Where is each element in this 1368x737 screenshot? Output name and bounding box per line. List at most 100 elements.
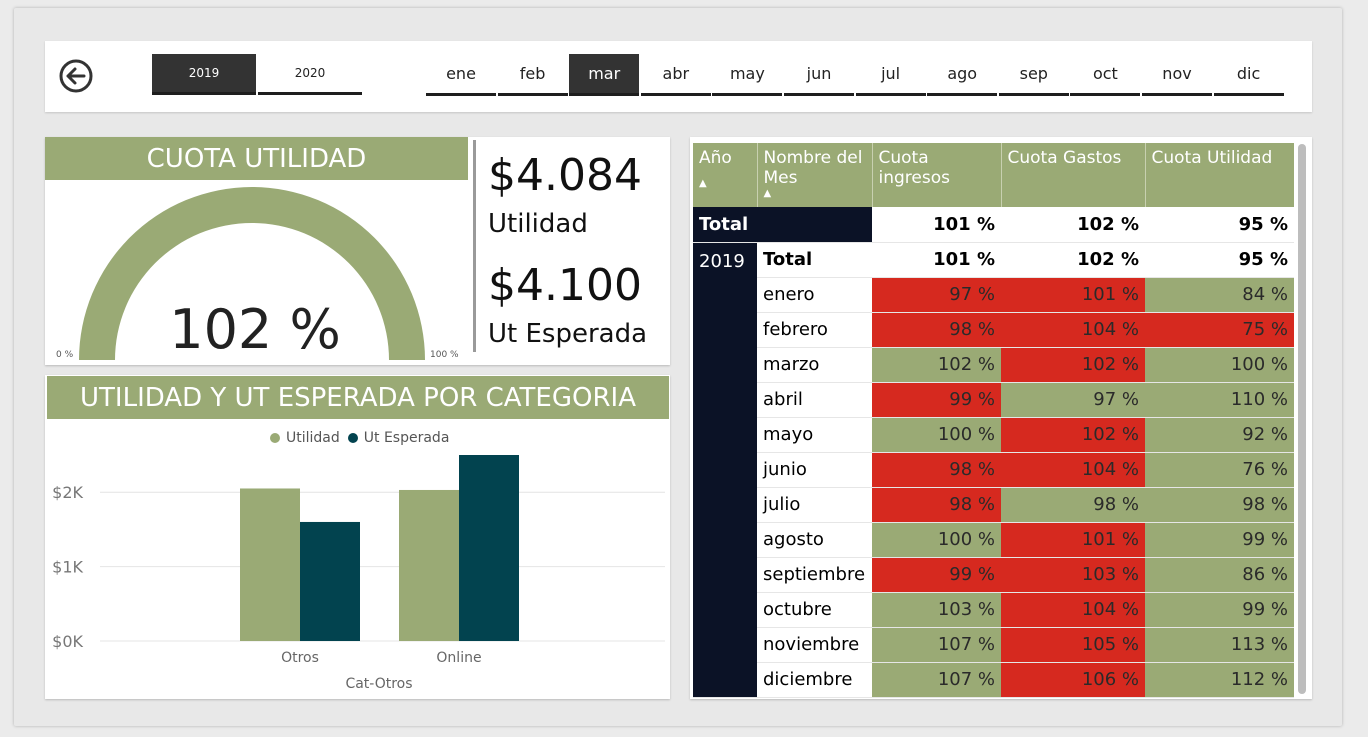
header-year[interactable]: Año ▲ (693, 143, 758, 207)
sort-up-icon[interactable]: ▲ (699, 178, 751, 189)
gauge-min-label: 0 % (56, 350, 74, 360)
month-option-mar[interactable]: mar (569, 54, 640, 96)
month-option-ago[interactable]: ago (927, 54, 998, 96)
cuota-utilidad-cell: 99 % (1145, 522, 1294, 558)
cuota-ingresos-cell: 100 % (872, 417, 1001, 453)
cuota-utilidad-cell: 99 % (1145, 592, 1294, 628)
header-cuota-ingresos[interactable]: Cuota ingresos (872, 143, 1002, 207)
table-row: enero 97 % 101 % 84 % (693, 277, 1294, 313)
year-option-2020[interactable]: 2020 (258, 54, 362, 95)
gauge-value: 102 % (169, 298, 341, 361)
year-option-2019[interactable]: 2019 (152, 54, 256, 95)
gauge-max-label: 100 % (430, 350, 459, 360)
month-name-cell: mayo (757, 417, 872, 453)
cuota-gastos-cell: 98 % (1001, 487, 1145, 523)
cuota-utilidad-cell: 98 % (1145, 487, 1294, 523)
cuota-utilidad-cell: 75 % (1145, 312, 1294, 348)
month-option-oct[interactable]: oct (1070, 54, 1141, 96)
year-total-utilidad: 95 % (1145, 242, 1294, 278)
bar-chart-title: UTILIDAD Y UT ESPERADA POR CATEGORIA (47, 376, 669, 419)
cuota-ingresos-cell: 98 % (872, 452, 1001, 488)
esperada-label: Ut Esperada (488, 319, 648, 349)
cuota-utilidad-cell: 76 % (1145, 452, 1294, 488)
y-tick-label: $0K (52, 632, 83, 651)
matrix-scrollbar[interactable] (1298, 144, 1306, 694)
cuota-utilidad-cell: 86 % (1145, 557, 1294, 593)
bar-ut-esperada-online[interactable] (459, 455, 519, 641)
bar-ut-esperada-otros[interactable] (300, 521, 360, 641)
month-option-jun[interactable]: jun (784, 54, 854, 96)
bar-chart: $0K $1K $2K Otros Online Cat-Otros (52, 455, 665, 692)
table-row: abril 99 % 97 % 110 % (693, 382, 1294, 418)
table-row: julio 98 % 98 % 98 % (693, 487, 1294, 523)
month-name-cell: septiembre (757, 557, 872, 593)
month-option-nov[interactable]: nov (1142, 54, 1212, 96)
cuota-gastos-cell: 104 % (1001, 452, 1145, 488)
month-name-cell: diciembre (757, 662, 872, 698)
x-tick-label: Online (436, 650, 481, 666)
cuota-ingresos-cell: 99 % (872, 557, 1001, 593)
table-row: mayo 100 % 102 % 92 % (693, 417, 1294, 453)
utilidad-label: Utilidad (488, 209, 588, 239)
month-option-abr[interactable]: abr (640, 54, 711, 96)
legend-esperada-label: Ut Esperada (363, 430, 450, 446)
cuota-ingresos-cell: 100 % (872, 522, 1001, 558)
legend-utilidad-label: Utilidad (286, 430, 340, 446)
month-name-cell: agosto (757, 522, 872, 558)
month-option-sep[interactable]: sep (998, 54, 1069, 96)
cuota-ingresos-cell: 103 % (872, 592, 1001, 628)
month-option-dic[interactable]: dic (1213, 54, 1284, 96)
grand-total-row: Total 101 % 102 % 95 % (693, 207, 1294, 243)
cuota-gastos-cell: 102 % (1001, 347, 1145, 383)
cuota-gastos-cell: 101 % (1001, 277, 1145, 313)
table-row: febrero 98 % 104 % 75 % (693, 312, 1294, 348)
cuota-gastos-cell: 105 % (1001, 627, 1145, 663)
year-total-label: Total (757, 242, 872, 278)
cuota-gastos-cell: 103 % (1001, 557, 1145, 593)
cuota-utilidad-cell: 100 % (1145, 347, 1294, 383)
table-row: octubre 103 % 104 % 99 % (693, 592, 1294, 628)
cuota-gastos-cell: 106 % (1001, 662, 1145, 698)
cuota-gastos-cell: 104 % (1001, 592, 1145, 628)
grand-total-utilidad: 95 % (1145, 207, 1294, 243)
cuota-ingresos-cell: 97 % (872, 277, 1001, 313)
month-name-cell: junio (757, 452, 872, 488)
year-total-row: 2019 Total 101 % 102 % 95 % (693, 242, 1294, 698)
year-cell[interactable]: 2019 (693, 242, 757, 698)
table-row: noviembre 107 % 105 % 113 % (693, 627, 1294, 663)
month-name-cell: marzo (757, 347, 872, 383)
grand-total-gastos: 102 % (1001, 207, 1145, 243)
sort-up-icon[interactable]: ▲ (764, 188, 866, 199)
month-option-jul[interactable]: jul (855, 54, 926, 96)
month-option-ene[interactable]: ene (426, 54, 496, 96)
quota-matrix: Año ▲ Nombre del Mes ▲ Cuota ingresos Cuot… (693, 143, 1294, 698)
year-total-ingresos: 101 % (872, 242, 1001, 278)
month-name-cell: julio (757, 487, 872, 523)
cuota-ingresos-cell: 107 % (872, 662, 1001, 698)
table-row: marzo 102 % 102 % 100 % (693, 347, 1294, 383)
header-cuota-gastos[interactable]: Cuota Gastos (1001, 143, 1146, 207)
table-row: junio 98 % 104 % 76 % (693, 452, 1294, 488)
cuota-ingresos-cell: 102 % (872, 347, 1001, 383)
bar-utilidad-online[interactable] (399, 489, 459, 641)
utilidad-value: $4.084 (488, 150, 642, 201)
cuota-ingresos-cell: 99 % (872, 382, 1001, 418)
header-month[interactable]: Nombre del Mes ▲ (757, 143, 873, 207)
cuota-ingresos-cell: 98 % (872, 312, 1001, 348)
header-cuota-utilidad[interactable]: Cuota Utilidad (1145, 143, 1294, 207)
back-arrow-icon[interactable] (59, 59, 93, 93)
x-axis-label: Cat-Otros (345, 676, 412, 692)
month-option-may[interactable]: may (712, 54, 783, 96)
table-row: septiembre 99 % 103 % 86 % (693, 557, 1294, 593)
y-tick-label: $1K (52, 558, 83, 577)
cuota-gastos-cell: 104 % (1001, 312, 1145, 348)
x-tick-label: Otros (281, 650, 319, 666)
legend-utilidad-marker (270, 433, 280, 443)
kpi-divider (473, 140, 476, 352)
esperada-value: $4.100 (488, 260, 642, 311)
month-name-cell: abril (757, 382, 872, 418)
bar-utilidad-otros[interactable] (240, 488, 300, 641)
cuota-utilidad-cell: 112 % (1145, 662, 1294, 698)
month-option-feb[interactable]: feb (497, 54, 568, 96)
cuota-gastos-cell: 97 % (1001, 382, 1145, 418)
